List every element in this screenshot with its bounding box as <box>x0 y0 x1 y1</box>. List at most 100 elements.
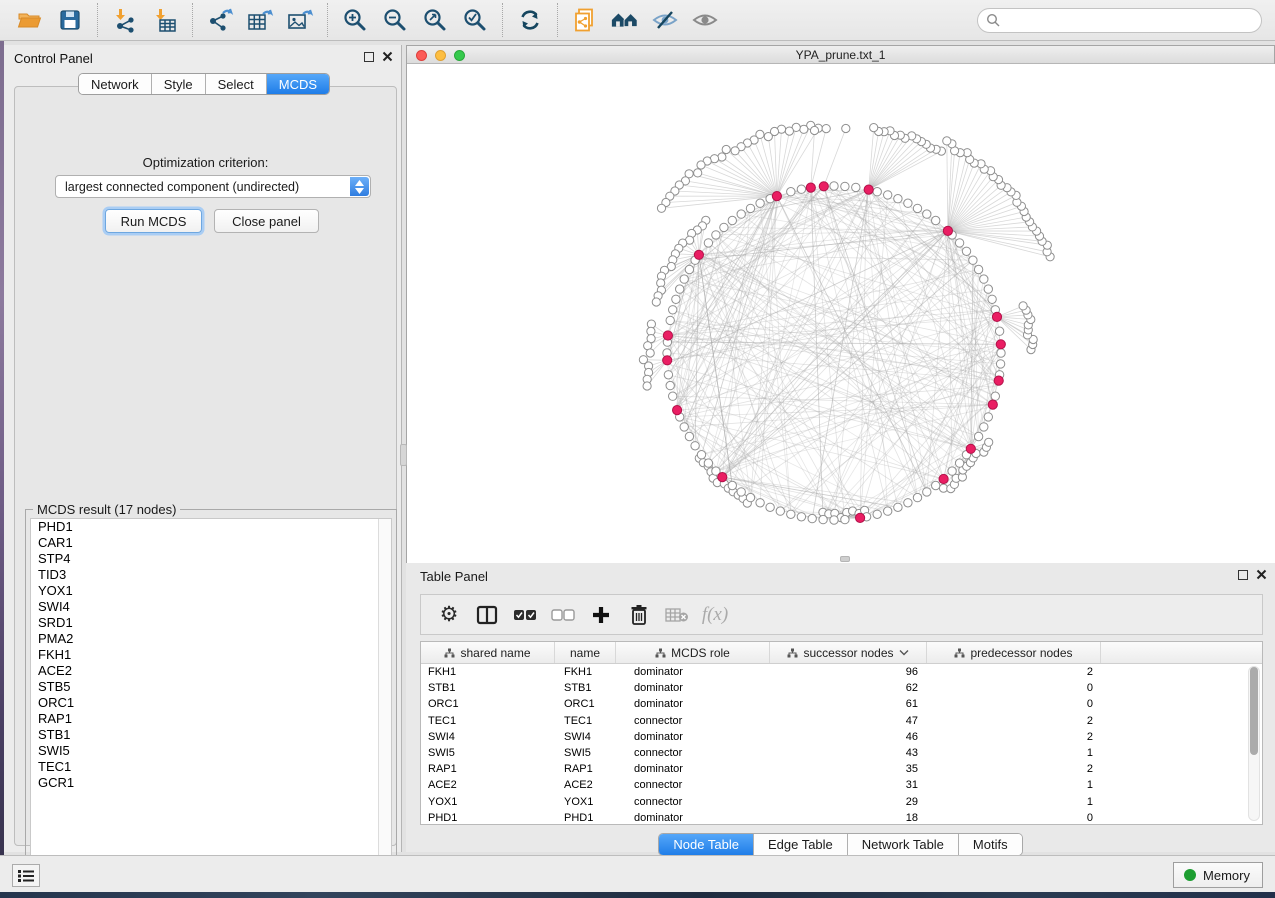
tab-network-table[interactable]: Network Table <box>848 834 959 855</box>
leaf-node[interactable] <box>810 126 818 134</box>
ring-node[interactable] <box>787 510 795 518</box>
ring-node[interactable] <box>904 499 912 507</box>
column-layout-icon[interactable] <box>471 600 503 630</box>
table-row[interactable]: STB1STB1dominator620 <box>421 680 1262 696</box>
tab-edge-table[interactable]: Edge Table <box>754 834 848 855</box>
ring-node[interactable] <box>787 188 795 196</box>
ring-node[interactable] <box>852 183 860 191</box>
leaf-node[interactable] <box>722 145 730 153</box>
deselect-all-rows-icon[interactable] <box>547 600 579 630</box>
leaf-node[interactable] <box>785 127 793 135</box>
mcds-result-item[interactable]: TID3 <box>31 567 391 583</box>
ring-node[interactable] <box>996 360 1004 368</box>
ring-node[interactable] <box>841 182 849 190</box>
search-field[interactable] <box>977 8 1262 33</box>
table-row[interactable]: ACE2ACE2connector311 <box>421 777 1262 793</box>
ring-node[interactable] <box>923 488 931 496</box>
ring-node[interactable] <box>766 503 774 511</box>
apply-function-icon[interactable]: f(x) <box>699 600 731 630</box>
ring-node[interactable] <box>913 493 921 501</box>
leaf-node[interactable] <box>694 169 702 177</box>
open-session-icon[interactable] <box>15 5 45 35</box>
ring-node[interactable] <box>666 316 674 324</box>
mcds-list-scrollbar[interactable] <box>378 519 391 874</box>
memory-button[interactable]: Memory <box>1173 862 1263 888</box>
ring-node[interactable] <box>841 515 849 523</box>
ring-node[interactable] <box>884 507 892 515</box>
ring-node[interactable] <box>873 188 881 196</box>
ring-node[interactable] <box>666 381 674 389</box>
leaf-node[interactable] <box>943 137 951 145</box>
ring-node[interactable] <box>808 514 816 522</box>
mcds-result-item[interactable]: ACE2 <box>31 663 391 679</box>
mcds-result-item[interactable]: RAP1 <box>31 711 391 727</box>
leaf-node[interactable] <box>764 133 772 141</box>
mcds-hub-node[interactable] <box>939 474 948 483</box>
ring-node[interactable] <box>756 199 764 207</box>
leaf-node[interactable] <box>822 125 830 133</box>
ring-node[interactable] <box>873 510 881 518</box>
mcds-result-list[interactable]: PHD1CAR1STP4TID3YOX1SWI4SRD1PMA2FKH1ACE2… <box>30 518 392 875</box>
ring-node[interactable] <box>737 488 745 496</box>
leaf-node[interactable] <box>718 153 726 161</box>
ring-node[interactable] <box>980 275 988 283</box>
mcds-hub-node[interactable] <box>943 226 952 235</box>
leaf-node[interactable] <box>800 125 808 133</box>
vertical-splitter-handle[interactable] <box>400 444 407 466</box>
ring-node[interactable] <box>904 199 912 207</box>
ring-node[interactable] <box>728 481 736 489</box>
tab-node-table[interactable]: Node Table <box>659 834 754 855</box>
mcds-hub-node[interactable] <box>819 182 828 191</box>
mcds-result-item[interactable]: ORC1 <box>31 695 391 711</box>
mcds-result-item[interactable]: YOX1 <box>31 583 391 599</box>
mcds-hub-node[interactable] <box>864 185 873 194</box>
mcds-hub-node[interactable] <box>988 400 997 409</box>
leaf-node[interactable] <box>985 438 993 446</box>
ring-node[interactable] <box>955 239 963 247</box>
ring-node[interactable] <box>704 459 712 467</box>
optimization-criterion-select[interactable]: largest connected component (undirected) <box>55 175 371 198</box>
ring-node[interactable] <box>664 371 672 379</box>
import-network-icon[interactable] <box>110 5 140 35</box>
table-row[interactable]: RAP1RAP1dominator352 <box>421 761 1262 777</box>
column-header-name[interactable]: name <box>555 642 616 663</box>
ring-node[interactable] <box>712 231 720 239</box>
close-panel-button[interactable]: Close panel <box>214 209 319 233</box>
ring-node[interactable] <box>776 507 784 515</box>
tab-motifs[interactable]: Motifs <box>959 834 1022 855</box>
ndex-home-icon[interactable] <box>610 5 640 35</box>
table-row[interactable]: SWI4SWI4dominator462 <box>421 729 1262 745</box>
column-header-successor-nodes[interactable]: successor nodes <box>770 642 927 663</box>
column-header-predecessor-nodes[interactable]: predecessor nodes <box>927 642 1101 663</box>
mcds-hub-node[interactable] <box>994 376 1003 385</box>
mcds-hub-node[interactable] <box>663 356 672 365</box>
ring-node[interactable] <box>680 423 688 431</box>
ring-node[interactable] <box>995 327 1003 335</box>
ring-node[interactable] <box>894 195 902 203</box>
export-image-icon[interactable] <box>285 5 315 35</box>
mcds-result-item[interactable]: STB5 <box>31 679 391 695</box>
leaf-node[interactable] <box>870 124 878 132</box>
ring-node[interactable] <box>984 285 992 293</box>
ring-node[interactable] <box>980 423 988 431</box>
ring-node[interactable] <box>797 185 805 193</box>
ring-node[interactable] <box>830 182 838 190</box>
import-table-icon[interactable] <box>150 5 180 35</box>
table-scrollbar-thumb[interactable] <box>1250 667 1258 755</box>
mcds-hub-node[interactable] <box>992 312 1001 321</box>
tab-mcds[interactable]: MCDS <box>267 74 329 94</box>
leaf-node[interactable] <box>657 204 665 212</box>
show-all-icon[interactable] <box>690 5 720 35</box>
ring-node[interactable] <box>894 503 902 511</box>
export-network-icon[interactable] <box>205 5 235 35</box>
close-panel-icon[interactable] <box>1256 569 1267 580</box>
tab-style[interactable]: Style <box>152 74 206 94</box>
mcds-result-item[interactable]: GCR1 <box>31 775 391 791</box>
table-row[interactable]: ORC1ORC1dominator610 <box>421 696 1262 712</box>
table-row[interactable]: TEC1TEC1connector472 <box>421 713 1262 729</box>
tab-network[interactable]: Network <box>79 74 152 94</box>
ring-node[interactable] <box>756 499 764 507</box>
ring-node[interactable] <box>797 513 805 521</box>
mcds-result-item[interactable]: SWI5 <box>31 743 391 759</box>
mcds-hub-node[interactable] <box>673 406 682 415</box>
